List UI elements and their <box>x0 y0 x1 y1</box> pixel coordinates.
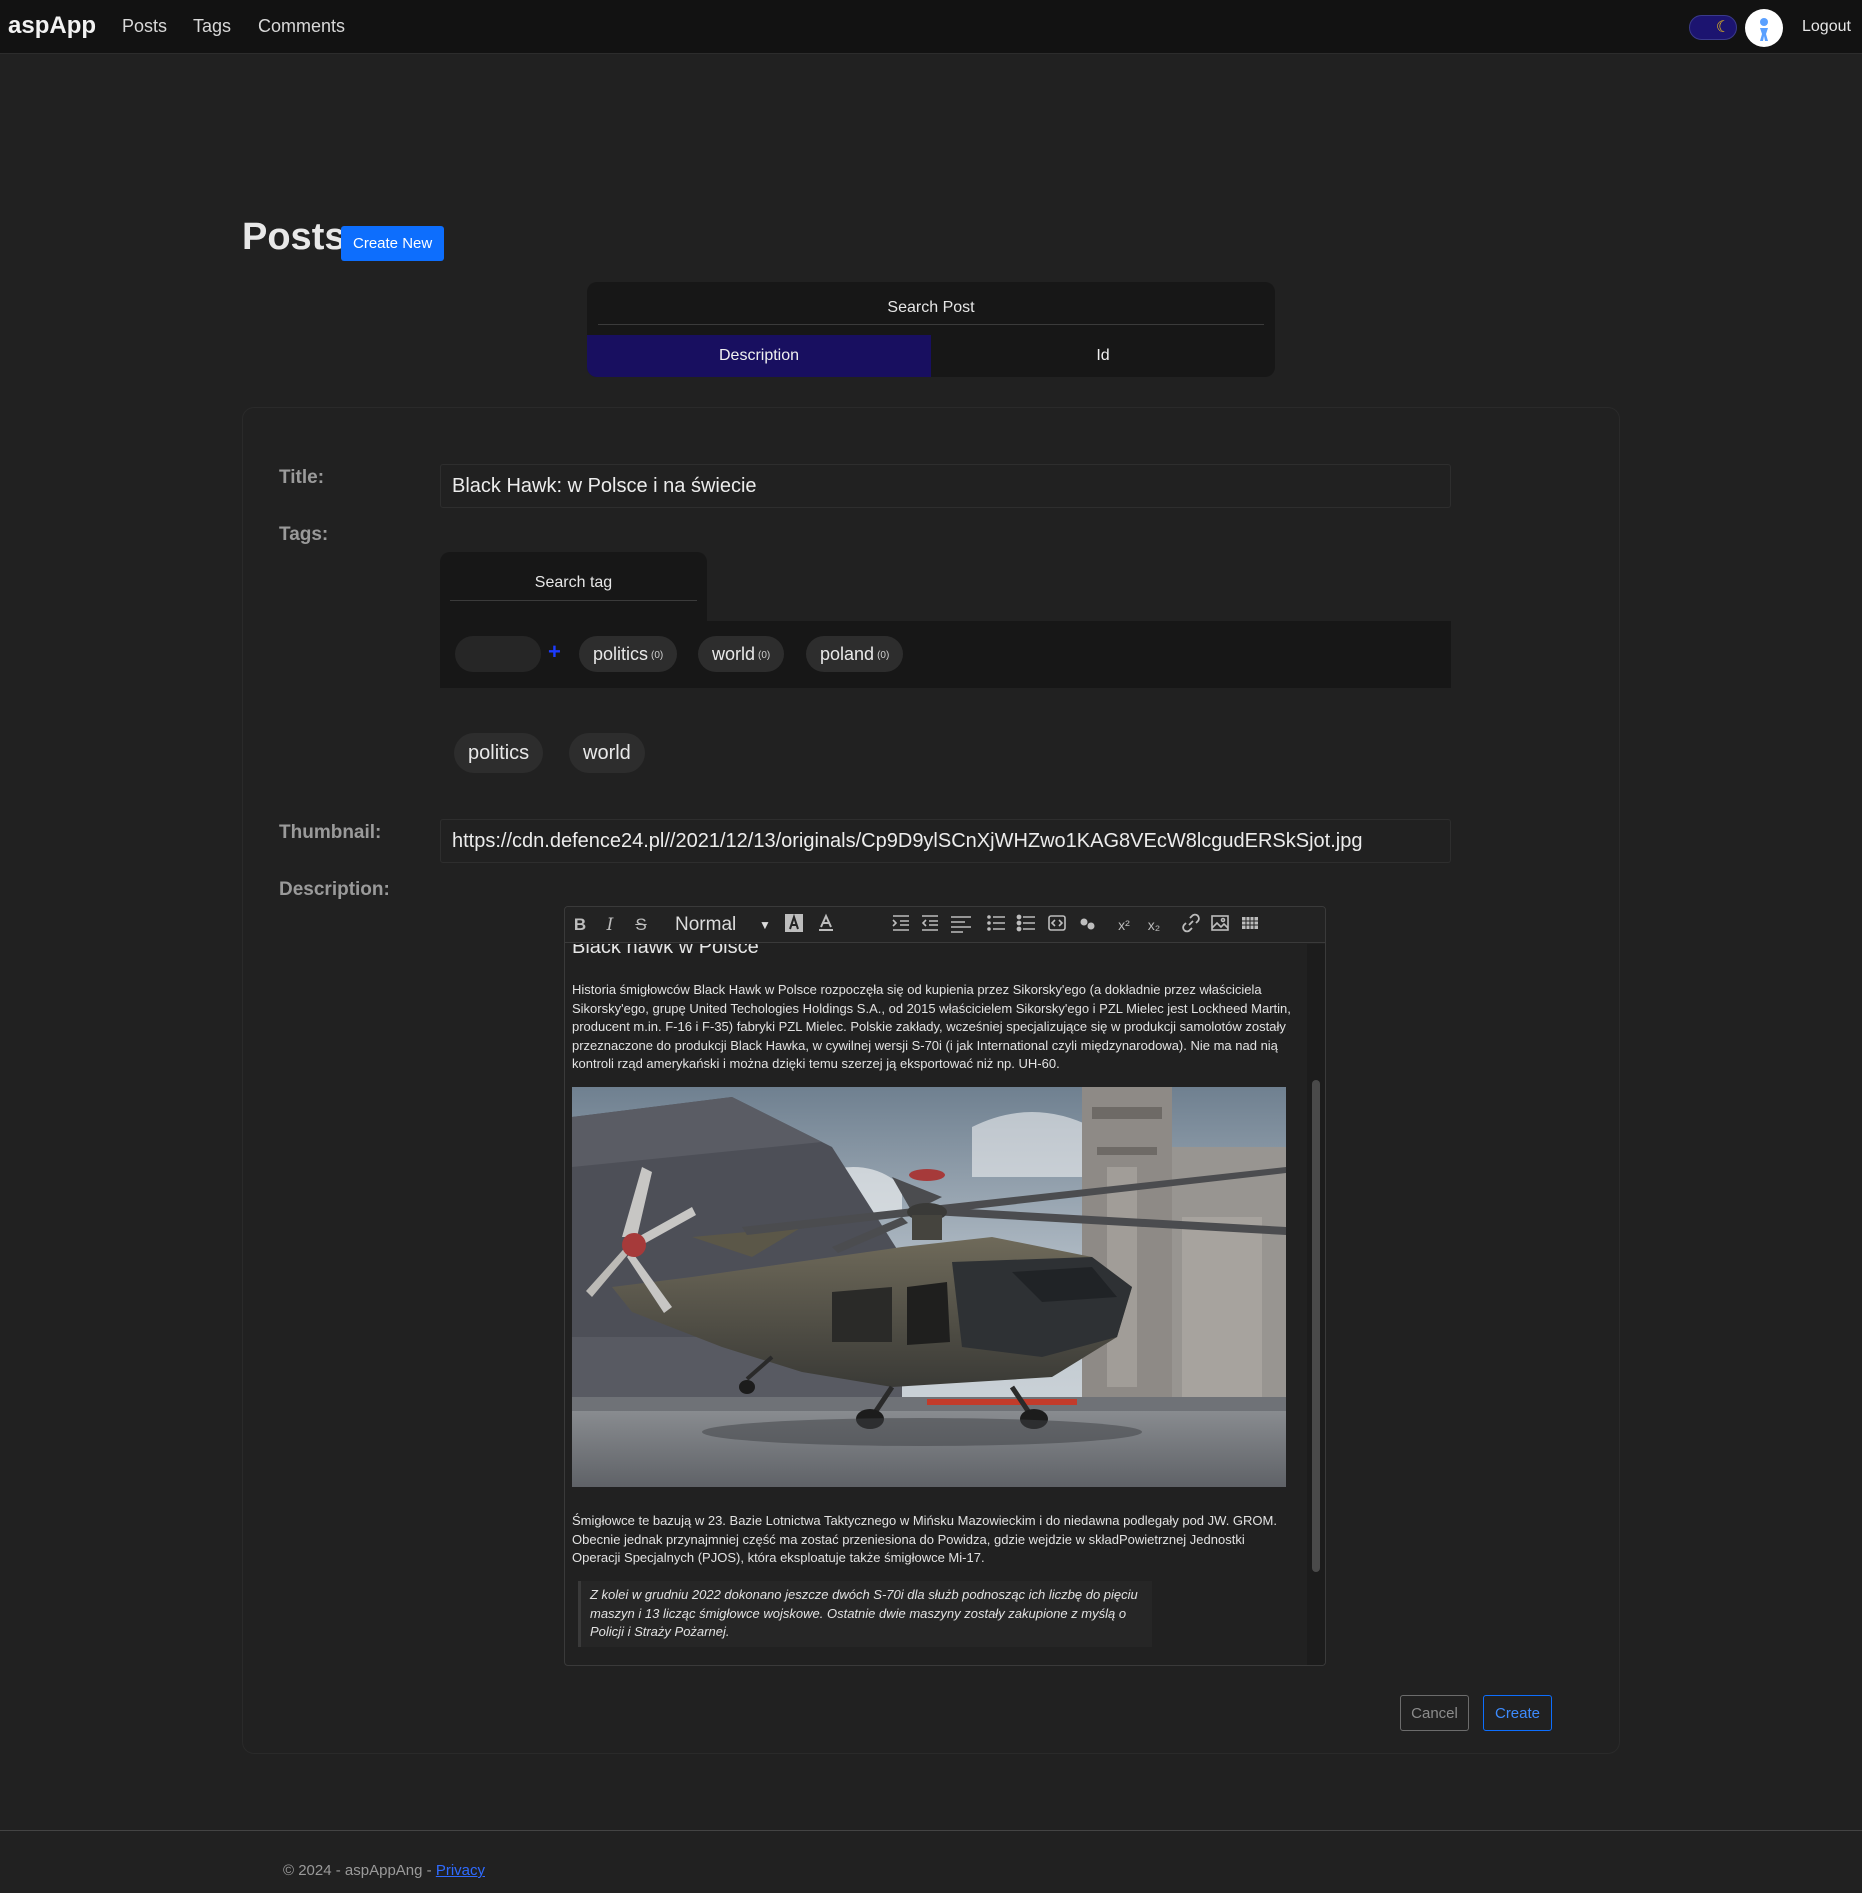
footer-text: © 2024 - aspAppAng - Privacy <box>283 1862 485 1879</box>
ordered-list-icon[interactable] <box>985 913 1007 937</box>
brand-logo[interactable]: aspApp <box>8 12 96 40</box>
text-color-icon[interactable] <box>815 913 837 937</box>
selected-tag-world[interactable]: world <box>569 733 645 773</box>
content-paragraph-1: Historia śmigłowców Black Hawk w Polsce … <box>572 982 1291 1071</box>
content-paragraph-2: Śmigłowce te bazują w 23. Bazie Lotnictw… <box>572 1513 1277 1565</box>
rich-text-editor: B I S Normal ▼ x² x₂ Black hawk w Polsce … <box>564 906 1326 1666</box>
theme-toggle[interactable]: ☾ <box>1689 15 1737 40</box>
search-tab-description[interactable]: Description <box>587 335 931 377</box>
video-icon[interactable] <box>1239 913 1261 937</box>
chevron-down-icon: ▼ <box>759 918 771 932</box>
create-new-button[interactable]: Create New <box>341 226 445 261</box>
helicopter-photo <box>572 1087 1286 1487</box>
image-icon[interactable] <box>1209 913 1231 937</box>
moon-icon: ☾ <box>1713 18 1733 37</box>
tag-name: politics <box>593 644 649 664</box>
title-label: Title: <box>279 467 325 488</box>
tag-search-input[interactable] <box>450 566 697 601</box>
subscript-icon[interactable]: x₂ <box>1142 913 1166 937</box>
tag-name: poland <box>820 644 875 664</box>
bold-icon[interactable]: B <box>571 913 589 937</box>
selected-tag-politics[interactable]: politics <box>454 733 544 773</box>
formula-icon[interactable] <box>1076 913 1098 937</box>
background-color-icon[interactable] <box>783 913 805 937</box>
align-icon[interactable] <box>949 913 973 937</box>
navbar: aspApp Posts Tags Comments ☾ Logout <box>0 0 1862 54</box>
tag-name: world <box>712 644 756 664</box>
tag-count: (0) <box>651 650 664 661</box>
bullet-list-icon[interactable] <box>1015 913 1037 937</box>
user-avatar-icon <box>1760 18 1768 41</box>
search-tab-id[interactable]: Id <box>931 335 1275 377</box>
code-block-icon[interactable] <box>1046 913 1068 937</box>
editor-toolbar: B I S Normal ▼ x² x₂ <box>565 907 1325 943</box>
logout-link[interactable]: Logout <box>1802 18 1851 36</box>
nav-link-tags[interactable]: Tags <box>193 16 231 37</box>
tag-chip-world[interactable]: world (0) <box>698 636 785 672</box>
tag-search-panel <box>440 552 707 622</box>
search-post-panel: Description Id <box>587 282 1275 377</box>
page-title: Posts <box>242 216 346 258</box>
tag-count: (0) <box>758 650 771 661</box>
privacy-link[interactable]: Privacy <box>436 1862 485 1879</box>
editor-scrollbar[interactable] <box>1307 944 1325 1665</box>
content-blockquote: Z kolei w grudniu 2022 dokonano jeszcze … <box>578 1581 1152 1647</box>
superscript-icon[interactable]: x² <box>1112 913 1136 937</box>
tag-list: + politics (0) world (0) poland (0) <box>440 621 1451 688</box>
title-input[interactable] <box>440 464 1451 508</box>
new-tag-input[interactable] <box>455 636 541 672</box>
footer: © 2024 - aspAppAng - Privacy <box>0 1830 1862 1893</box>
italic-icon[interactable]: I <box>601 913 619 937</box>
create-button[interactable]: Create <box>1483 1695 1552 1731</box>
heading-select[interactable]: Normal ▼ <box>675 913 775 937</box>
thumbnail-input[interactable] <box>440 819 1451 863</box>
cancel-button[interactable]: Cancel <box>1400 1695 1469 1731</box>
tags-label: Tags: <box>279 524 329 545</box>
add-tag-icon[interactable]: + <box>548 639 561 665</box>
heading-select-value: Normal <box>675 914 737 935</box>
outdent-icon[interactable] <box>919 913 941 937</box>
editor-content[interactable]: Black hawk w Polsce Historia śmigłowców … <box>565 944 1307 1665</box>
tag-chip-politics[interactable]: politics (0) <box>579 636 678 672</box>
indent-icon[interactable] <box>890 913 912 937</box>
nav-link-posts[interactable]: Posts <box>122 16 167 37</box>
description-label: Description: <box>279 879 390 900</box>
editor-scroll-thumb[interactable] <box>1312 1080 1320 1572</box>
thumbnail-label: Thumbnail: <box>279 822 382 843</box>
copyright: © 2024 - aspAppAng - <box>283 1862 436 1879</box>
tag-count: (0) <box>877 650 890 661</box>
nav-link-comments[interactable]: Comments <box>258 16 345 37</box>
avatar[interactable] <box>1745 9 1783 47</box>
content-heading: Black hawk w Polsce <box>572 944 759 958</box>
tag-chip-poland[interactable]: poland (0) <box>806 636 904 672</box>
search-post-input[interactable] <box>598 292 1264 325</box>
strikethrough-icon[interactable]: S <box>631 913 651 937</box>
link-icon[interactable] <box>1180 913 1202 937</box>
